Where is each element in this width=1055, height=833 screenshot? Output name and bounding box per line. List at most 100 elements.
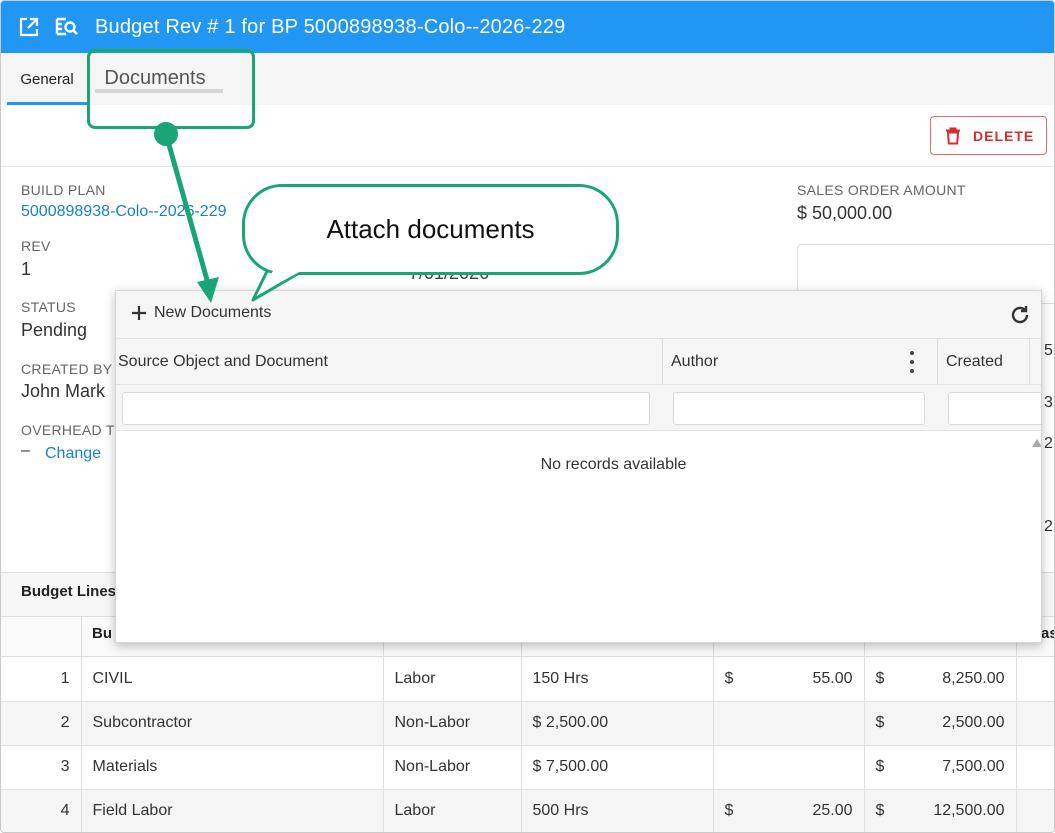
table-cell[interactable] <box>712 701 864 746</box>
line-name: CIVIL <box>92 669 133 687</box>
column-menu-icon[interactable] <box>907 351 917 373</box>
table-cell[interactable]: $25.00 <box>712 789 864 832</box>
table-cell[interactable]: Field Labor <box>80 789 383 832</box>
edge-fragment: 2 <box>1044 518 1053 535</box>
table-cell[interactable]: Labor <box>382 657 521 702</box>
status-value: Pending <box>21 320 88 340</box>
line-total: 8,250.00 <box>942 669 1005 687</box>
row-number: 4 <box>60 802 70 819</box>
created-by-label: CREATED BY <box>21 361 113 377</box>
table-cell[interactable]: Materials <box>80 745 383 790</box>
table-row[interactable]: 3 Materials Non-Labor $ 7,500.00 $7,500.00 <box>1 745 1054 790</box>
table-cell[interactable]: Subcontractor <box>80 701 383 746</box>
column-source-object[interactable]: Source Object and Document <box>116 339 662 385</box>
line-quantity: $ 7,500.00 <box>532 758 609 775</box>
app-window: Budget Rev # 1 for BP 5000898938-Colo--2… <box>0 0 1055 833</box>
edge-fragment: 5 <box>1044 342 1053 359</box>
table-cell[interactable]: $8,250.00 <box>863 657 1016 702</box>
annotation-bubble: Attach documents <box>242 184 619 275</box>
budget-lines-title: Budget Lines <box>21 583 117 600</box>
divider <box>1 166 1054 167</box>
new-documents-label: New Documents <box>154 304 272 321</box>
table-cell[interactable]: 3 <box>1 745 81 790</box>
line-type: Non-Labor <box>394 714 471 731</box>
table-cell[interactable]: 2 <box>1 701 81 746</box>
budget-lines-table: 1 CIVIL Labor 150 Hrs $55.00 $8,250.00 2 Subcon… <box>1 657 1054 832</box>
table-cell[interactable]: $12,500.00 <box>863 789 1016 832</box>
column-divider[interactable] <box>1029 339 1030 385</box>
table-cell[interactable] <box>1015 789 1054 832</box>
table-row[interactable]: 2 Subcontractor Non-Labor $ 2,500.00 $2,500.… <box>1 701 1054 746</box>
overhead-dash: – <box>21 442 30 459</box>
line-quantity: 500 Hrs <box>532 802 589 819</box>
rev-value: 1 <box>21 259 32 279</box>
column-author[interactable]: Author <box>669 339 929 385</box>
plus-icon <box>132 303 146 323</box>
active-tab-indicator <box>7 102 87 105</box>
sales-order-amount-label: SALES ORDER AMOUNT <box>797 182 966 198</box>
table-cell[interactable]: Non-Labor <box>382 701 521 746</box>
line-total: 2,500.00 <box>942 714 1005 731</box>
table-cell[interactable] <box>1015 745 1054 790</box>
tab-general-label: General <box>20 70 74 88</box>
table-cell[interactable] <box>712 745 864 790</box>
column-created[interactable]: Created <box>944 339 1034 385</box>
status-label: STATUS <box>21 299 76 315</box>
delete-button[interactable]: DELETE <box>930 116 1047 155</box>
sales-order-amount-value: $ 50,000.00 <box>797 203 893 223</box>
scroll-up-arrow[interactable] <box>1032 439 1041 447</box>
table-cell[interactable]: $ 7,500.00 <box>520 745 713 790</box>
table-cell[interactable]: CIVIL <box>80 657 383 702</box>
annotation-text: Attach documents <box>326 214 535 244</box>
table-cell[interactable]: $2,500.00 <box>863 701 1016 746</box>
popup-toolbar: New Documents <box>116 291 1041 339</box>
table-row[interactable]: 1 CIVIL Labor 150 Hrs $55.00 $8,250.00 <box>1 657 1054 702</box>
total-currency: $ <box>875 802 885 819</box>
rate-currency: $ <box>724 802 734 819</box>
author-filter-input[interactable] <box>673 392 925 425</box>
table-cell[interactable]: 150 Hrs <box>520 657 713 702</box>
documents-tab-highlight <box>87 49 255 129</box>
table-cell[interactable]: 500 Hrs <box>520 789 713 832</box>
column-label: Source Object and Document <box>118 353 328 370</box>
table-cell[interactable] <box>1015 657 1054 702</box>
table-cell[interactable]: $ 2,500.00 <box>520 701 713 746</box>
table-cell[interactable]: Non-Labor <box>382 745 521 790</box>
line-total: 12,500.00 <box>933 802 1005 819</box>
source-object-filter-input[interactable] <box>122 392 650 425</box>
table-cell[interactable]: 1 <box>1 657 81 702</box>
build-plan-link[interactable]: 5000898938-Colo--2026-229 <box>21 203 227 221</box>
column-header-text: Bu <box>92 625 112 642</box>
table-cell[interactable]: $7,500.00 <box>863 745 1016 790</box>
row-number: 2 <box>60 714 70 731</box>
line-quantity: 150 Hrs <box>532 669 589 687</box>
open-external-icon[interactable] <box>17 15 41 39</box>
column-header-text: ass <box>1041 625 1054 642</box>
line-type: Labor <box>394 802 436 819</box>
popup-filter-row <box>116 385 1041 431</box>
column-divider[interactable] <box>662 339 663 385</box>
row-number: 1 <box>60 669 70 687</box>
table-cell[interactable] <box>1015 701 1054 746</box>
line-type: Labor <box>394 669 436 687</box>
new-documents-button[interactable]: New Documents <box>132 303 271 323</box>
line-rate: 25.00 <box>812 802 853 819</box>
table-cell[interactable]: $55.00 <box>712 657 864 702</box>
refresh-icon[interactable] <box>1007 302 1033 328</box>
created-filter-input[interactable] <box>948 392 1041 425</box>
build-plan-label: BUILD PLAN <box>21 182 106 198</box>
table-row[interactable]: 4 Field Labor Labor 500 Hrs $25.00 $12,500.00 <box>1 789 1054 832</box>
search-document-icon[interactable] <box>55 15 79 39</box>
total-currency: $ <box>875 758 885 775</box>
column-divider[interactable] <box>937 339 938 385</box>
rate-currency: $ <box>724 669 734 687</box>
line-quantity: $ 2,500.00 <box>532 714 609 731</box>
tab-general[interactable]: General <box>7 53 87 105</box>
popup-column-header: Source Object and Document Author Create… <box>116 339 1041 385</box>
table-cell[interactable]: 4 <box>1 789 81 832</box>
rev-label: REV <box>21 238 51 254</box>
line-name: Field Labor <box>92 802 173 819</box>
table-cell[interactable]: Labor <box>382 789 521 832</box>
delete-label: DELETE <box>973 127 1035 144</box>
overhead-change-link[interactable]: Change <box>45 445 101 463</box>
